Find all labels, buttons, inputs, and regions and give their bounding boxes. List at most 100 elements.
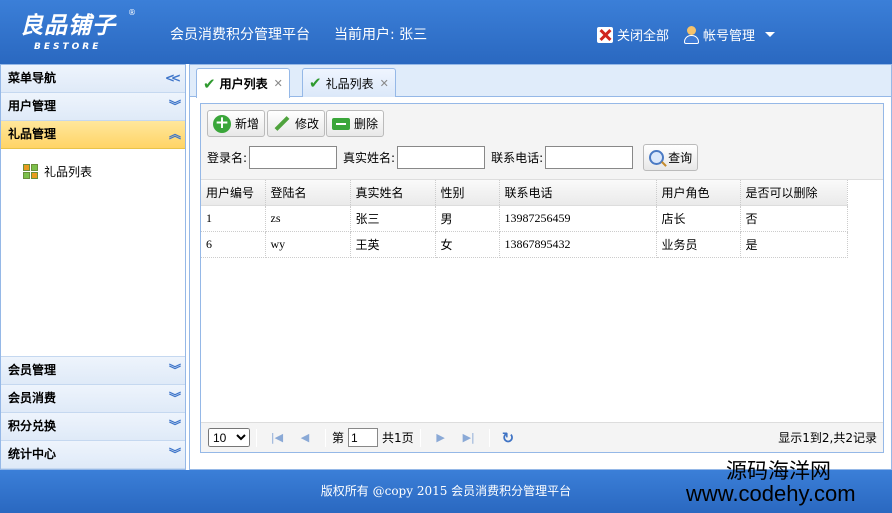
watermark-url: www.codehy.com [686, 481, 856, 506]
remove-icon [332, 117, 350, 130]
gift-management-panel: 礼品列表 [1, 149, 185, 357]
column-header[interactable]: 是否可以删除 [740, 180, 848, 206]
brand-logo: 良品铺子 BESTORE ® [20, 6, 140, 56]
account-menu[interactable]: 帐号管理 [683, 25, 776, 44]
table-cell: 张三 [350, 205, 436, 232]
refresh-icon[interactable]: ↻ [502, 429, 515, 447]
check-icon: ✔ [203, 74, 216, 93]
search-icon [649, 149, 665, 165]
prev-page-icon[interactable]: ◀ [297, 430, 313, 446]
divider [325, 428, 326, 447]
page-info: 显示1到2,共2记录 [778, 431, 877, 445]
first-page-icon[interactable]: |◀ [269, 430, 285, 446]
user-icon [683, 25, 699, 44]
sidebar-item-label: 统计中心 [8, 447, 57, 461]
tab-close-icon[interactable]: ✕ [274, 77, 283, 90]
chevron-double-down-icon: ︾ [168, 99, 181, 113]
tab-close-icon[interactable]: ✕ [380, 77, 389, 90]
table-cell: 13867895432 [499, 231, 657, 258]
user-table: 用户编号 登陆名 真实姓名 性别 联系电话 用户角色 是否可以删除 1 zs 张… [201, 180, 848, 258]
column-header[interactable]: 用户编号 [201, 180, 266, 206]
table-cell: 女 [435, 231, 500, 258]
next-page-icon[interactable]: ▶ [433, 430, 449, 446]
sidebar-item-gift-management[interactable]: 礼品管理 ︽ [1, 121, 185, 149]
close-icon [597, 26, 613, 43]
close-all-label: 关闭全部 [617, 29, 670, 44]
divider [256, 428, 257, 447]
edit-button[interactable]: 修改 [267, 110, 326, 137]
sidebar-item-user-management[interactable]: 用户管理 ︾ [1, 93, 185, 121]
sidebar-item-label: 积分兑换 [8, 419, 57, 433]
table-cell: wy [265, 231, 351, 258]
top-header: 良品铺子 BESTORE ® 会员消费积分管理平台 当前用户: 张三 关闭全部 … [0, 0, 892, 64]
logo-subtext: BESTORE [34, 42, 102, 52]
tree-item-label: 礼品列表 [44, 165, 93, 179]
delete-label: 删除 [354, 117, 379, 131]
toolbar: + 新增 修改 删除 登录名: 真实姓名: 联系电话: 查询 [201, 104, 883, 180]
chevron-double-down-icon: ︾ [168, 419, 181, 433]
app-title: 会员消费积分管理平台 [170, 27, 310, 43]
table-row[interactable]: 1 zs 张三 男 13987256459 店长 否 [201, 205, 848, 232]
chevron-double-down-icon: ︾ [168, 363, 181, 377]
column-header[interactable]: 真实姓名 [350, 180, 436, 206]
divider [488, 428, 490, 447]
column-header[interactable]: 性别 [435, 180, 500, 206]
logo-text: 良品铺子 [20, 12, 116, 39]
page-size-select[interactable]: 10 [208, 428, 250, 447]
sidebar-item-member-consumption[interactable]: 会员消费 ︾ [1, 385, 185, 413]
main-panel: ✔ 用户列表 ✕ ✔ 礼品列表 ✕ + 新增 修改 删除 登录名: 真实姓名: … [189, 64, 892, 470]
last-page-icon[interactable]: ▶| [461, 430, 477, 446]
sidebar-item-label: 会员管理 [8, 363, 57, 377]
table-cell: 6 [201, 231, 266, 258]
close-all-button[interactable]: 关闭全部 [597, 25, 669, 44]
account-label: 帐号管理 [703, 29, 756, 44]
tab-label: 礼品列表 [325, 76, 374, 91]
chevron-double-down-icon: ︾ [168, 447, 181, 461]
page-number-input[interactable] [348, 428, 379, 447]
tab-label: 用户列表 [219, 77, 268, 91]
table-cell: 1 [201, 205, 266, 232]
login-name-label: 登录名: [207, 150, 248, 165]
tab-bar: ✔ 用户列表 ✕ ✔ 礼品列表 ✕ [190, 65, 891, 98]
delete-button[interactable]: 删除 [326, 110, 385, 137]
add-button[interactable]: + 新增 [207, 110, 266, 137]
sidebar-title-label: 菜单导航 [8, 71, 57, 85]
grid-icon [23, 163, 39, 180]
page-prefix: 第 [332, 431, 345, 445]
collapse-left-icon[interactable]: << [165, 65, 181, 92]
sidebar: 菜单导航 << 用户管理 ︾ 礼品管理 ︽ 礼品列表 会员管理 ︾ 会员消费 ︾… [0, 64, 186, 470]
chevron-double-up-icon: ︽ [168, 127, 181, 141]
login-name-input[interactable] [249, 145, 338, 169]
search-form: 登录名: 真实姓名: 联系电话: 查询 [207, 143, 699, 171]
table-cell: 王英 [350, 231, 436, 258]
real-name-input[interactable] [397, 145, 486, 169]
table-cell: 否 [740, 205, 848, 232]
caret-down-icon [765, 32, 776, 37]
table-cell: 店长 [656, 205, 741, 232]
chevron-double-down-icon: ︾ [168, 391, 181, 405]
real-name-label: 真实姓名: [343, 150, 396, 165]
query-button[interactable]: 查询 [643, 143, 699, 171]
table-cell: 13987256459 [499, 205, 657, 232]
tree-item-gift-list[interactable]: 礼品列表 [23, 163, 185, 180]
logo-registered-mark: ® [128, 8, 136, 17]
user-list-content: + 新增 修改 删除 登录名: 真实姓名: 联系电话: 查询 用户编号 登陆名 … [200, 103, 884, 453]
tab-gift-list[interactable]: ✔ 礼品列表 ✕ [302, 68, 396, 97]
phone-label: 联系电话: [491, 150, 544, 165]
current-user: 当前用户: 张三 [334, 27, 428, 43]
sidebar-item-statistics[interactable]: 统计中心 ︾ [1, 441, 185, 469]
column-header[interactable]: 联系电话 [499, 180, 657, 206]
sidebar-item-member-management[interactable]: 会员管理 ︾ [1, 357, 185, 385]
column-header[interactable]: 用户角色 [656, 180, 741, 206]
tab-user-list[interactable]: ✔ 用户列表 ✕ [196, 68, 290, 98]
check-icon: ✔ [309, 74, 322, 92]
column-header[interactable]: 登陆名 [265, 180, 351, 206]
table-cell: 男 [435, 205, 500, 232]
sidebar-item-points-exchange[interactable]: 积分兑换 ︾ [1, 413, 185, 441]
sidebar-item-label: 用户管理 [8, 99, 57, 113]
page-total: 共1页 [382, 431, 414, 445]
phone-input[interactable] [545, 145, 634, 169]
sidebar-title[interactable]: 菜单导航 << [1, 65, 185, 93]
pagination-bar: 10 |◀ ◀ 第 共1页 ▶ ▶| ↻ 显示1到2,共2记录 [201, 422, 883, 452]
table-row[interactable]: 6 wy 王英 女 13867895432 业务员 是 [201, 231, 848, 258]
